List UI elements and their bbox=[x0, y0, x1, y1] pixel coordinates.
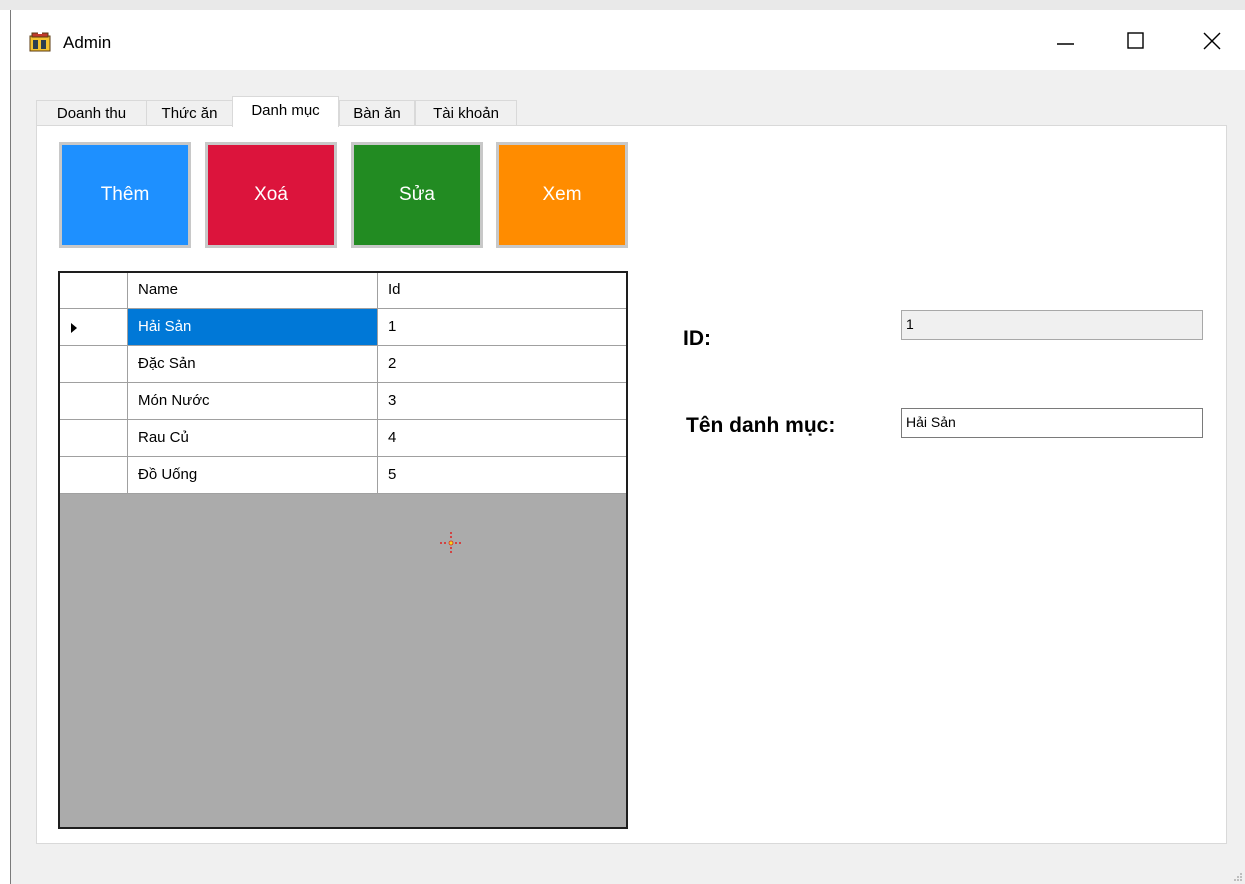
column-header-name[interactable]: Name bbox=[128, 273, 378, 309]
current-row-arrow-icon bbox=[71, 323, 77, 333]
tab-danh-muc[interactable]: Danh mục bbox=[232, 96, 339, 127]
category-name-input[interactable]: Hải Sản bbox=[901, 408, 1203, 438]
crosshair-cursor-icon bbox=[440, 532, 462, 554]
desktop-strip bbox=[0, 0, 1245, 10]
close-icon bbox=[1203, 32, 1221, 50]
xoa-button[interactable]: Xoá bbox=[205, 142, 337, 248]
resize-grip-icon[interactable] bbox=[1231, 870, 1243, 882]
category-grid[interactable]: Name Id Hải Sản 1 Đặc Sản 2 Món Nước 3 R… bbox=[58, 271, 628, 829]
tab-doanh-thu[interactable]: Doanh thu bbox=[36, 100, 147, 126]
maximize-button[interactable] bbox=[1113, 24, 1159, 58]
table-row[interactable]: Hải Sản 1 bbox=[60, 309, 626, 346]
sua-button[interactable]: Sửa bbox=[351, 142, 483, 248]
table-row[interactable]: Rau Củ 4 bbox=[60, 420, 626, 457]
row-header[interactable] bbox=[60, 383, 128, 420]
minimize-icon bbox=[1057, 43, 1074, 45]
column-header-id[interactable]: Id bbox=[378, 273, 626, 309]
cell-id[interactable]: 4 bbox=[378, 420, 626, 457]
app-icon bbox=[29, 32, 51, 52]
maximize-icon bbox=[1127, 32, 1144, 49]
table-row[interactable]: Đồ Uống 5 bbox=[60, 457, 626, 494]
grid-header-row: Name Id bbox=[60, 273, 626, 310]
id-label: ID: bbox=[683, 327, 711, 350]
title-bar[interactable]: Admin bbox=[11, 10, 1245, 70]
minimize-button[interactable] bbox=[1043, 24, 1089, 58]
close-button[interactable] bbox=[1189, 24, 1235, 58]
row-header[interactable] bbox=[60, 346, 128, 383]
row-header[interactable] bbox=[60, 309, 128, 346]
admin-window: Admin Doanh thu Thức ăn Danh mục Bàn ăn … bbox=[10, 10, 1245, 884]
grid-corner-header[interactable] bbox=[60, 273, 128, 309]
cell-name[interactable]: Hải Sản bbox=[128, 309, 378, 346]
row-header[interactable] bbox=[60, 420, 128, 457]
cell-name[interactable]: Đồ Uống bbox=[128, 457, 378, 494]
category-name-label: Tên danh mục: bbox=[686, 414, 836, 437]
cell-id[interactable]: 1 bbox=[378, 309, 626, 346]
xem-button[interactable]: Xem bbox=[496, 142, 628, 248]
tab-ban-an[interactable]: Bàn ăn bbox=[339, 100, 415, 126]
cell-id[interactable]: 2 bbox=[378, 346, 626, 383]
cell-id[interactable]: 5 bbox=[378, 457, 626, 494]
row-header[interactable] bbox=[60, 457, 128, 494]
cell-name[interactable]: Đặc Sản bbox=[128, 346, 378, 383]
tab-tai-khoan[interactable]: Tài khoản bbox=[415, 100, 517, 126]
cell-name[interactable]: Món Nước bbox=[128, 383, 378, 420]
cell-name[interactable]: Rau Củ bbox=[128, 420, 378, 457]
window-title: Admin bbox=[63, 33, 112, 52]
id-field[interactable]: 1 bbox=[901, 310, 1203, 340]
table-row[interactable]: Đặc Sản 2 bbox=[60, 346, 626, 383]
them-button[interactable]: Thêm bbox=[59, 142, 191, 248]
table-row[interactable]: Món Nước 3 bbox=[60, 383, 626, 420]
tab-thuc-an[interactable]: Thức ăn bbox=[146, 100, 233, 126]
cell-id[interactable]: 3 bbox=[378, 383, 626, 420]
